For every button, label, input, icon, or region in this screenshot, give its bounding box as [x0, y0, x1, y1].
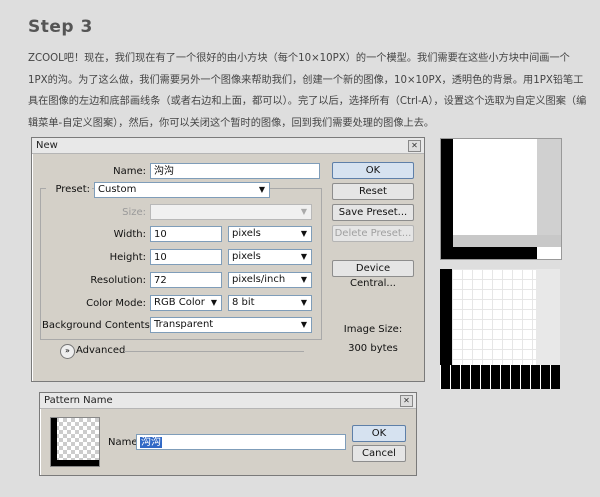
- pattern-dialog-title: Pattern Name: [44, 395, 113, 406]
- bit-depth-select[interactable]: 8 bit ▼: [228, 295, 312, 311]
- pattern-thumbnail: [50, 417, 100, 467]
- close-icon[interactable]: ✕: [408, 140, 421, 152]
- height-unit-value: pixels: [232, 251, 261, 262]
- image-size-value: 300 bytes: [348, 343, 398, 354]
- advanced-toggle[interactable]: »: [60, 344, 75, 359]
- delete-preset-button: Delete Preset...: [332, 225, 414, 242]
- chevron-down-icon: ▼: [258, 185, 265, 194]
- save-preset-button[interactable]: Save Preset...: [332, 204, 414, 221]
- size-select: ▼: [150, 204, 312, 220]
- reset-button[interactable]: Reset: [332, 183, 414, 200]
- preset-value: Custom: [98, 184, 137, 195]
- bg-contents-value: Transparent: [154, 319, 214, 330]
- resolution-unit-value: pixels/inch: [232, 274, 286, 285]
- name-field[interactable]: 沟沟: [150, 163, 320, 179]
- height-field[interactable]: 10: [150, 249, 222, 265]
- name-label: Name:: [113, 166, 146, 177]
- pattern-ok-button[interactable]: OK: [352, 425, 406, 442]
- chevron-down-icon: ▼: [300, 275, 307, 284]
- pattern-name-value: 沟沟: [140, 437, 162, 448]
- advanced-divider: [124, 351, 304, 352]
- pattern-name-dialog: Pattern Name ✕ Name: 沟沟 OK Cancel: [39, 392, 417, 476]
- new-dialog-titlebar[interactable]: New ✕: [32, 138, 424, 154]
- preset-select[interactable]: Custom ▼: [94, 182, 270, 198]
- bit-depth-value: 8 bit: [232, 297, 255, 308]
- advanced-label: Advanced: [76, 345, 126, 356]
- chevron-down-icon: ▼: [300, 298, 307, 307]
- chevron-down-icon: ▼: [300, 229, 307, 238]
- chevron-down-icon: ▼: [300, 252, 307, 261]
- pattern-name-field[interactable]: 沟沟: [136, 434, 346, 450]
- preview-pattern-selection: [440, 269, 560, 389]
- height-unit-select[interactable]: pixels ▼: [228, 249, 312, 265]
- color-mode-select[interactable]: RGB Color ▼: [150, 295, 222, 311]
- pattern-dialog-titlebar[interactable]: Pattern Name ✕: [40, 393, 416, 409]
- resolution-unit-select[interactable]: pixels/inch ▼: [228, 272, 312, 288]
- width-unit-select[interactable]: pixels ▼: [228, 226, 312, 242]
- close-icon[interactable]: ✕: [400, 395, 413, 407]
- width-field[interactable]: 10: [150, 226, 222, 242]
- resolution-field[interactable]: 72: [150, 272, 222, 288]
- ok-button[interactable]: OK: [332, 162, 414, 179]
- height-label: Height:: [109, 252, 146, 263]
- color-mode-value: RGB Color: [154, 297, 205, 308]
- device-central-button[interactable]: Device Central...: [332, 260, 414, 289]
- step-title: Step 3: [28, 17, 93, 37]
- new-dialog-title: New: [36, 140, 58, 151]
- chevron-down-icon: ▼: [300, 320, 307, 329]
- chevrons-down-icon: »: [65, 346, 70, 355]
- size-label: Size:: [122, 207, 146, 218]
- pattern-cancel-button[interactable]: Cancel: [352, 445, 406, 462]
- width-unit-value: pixels: [232, 228, 261, 239]
- pattern-name-label: Name:: [108, 437, 141, 448]
- bg-contents-select[interactable]: Transparent ▼: [150, 317, 312, 333]
- bg-contents-label: Background Contents:: [42, 320, 154, 331]
- preset-label: Preset:: [46, 184, 92, 195]
- chevron-down-icon: ▼: [210, 298, 217, 307]
- tutorial-paragraph: ZCOOL吧！现在，我们现在有了一个很好的由小方块（每个10×10PX）的一个模…: [28, 53, 587, 129]
- image-size-label: Image Size:: [343, 324, 403, 335]
- chevron-down-icon: ▼: [300, 207, 307, 216]
- preview-pixel-image: [440, 138, 562, 260]
- width-label: Width:: [113, 229, 146, 240]
- color-mode-label: Color Mode:: [86, 298, 146, 309]
- resolution-label: Resolution:: [90, 275, 146, 286]
- new-dialog: New ✕ Name: 沟沟 Preset: Custom ▼ Size: ▼ …: [31, 137, 425, 382]
